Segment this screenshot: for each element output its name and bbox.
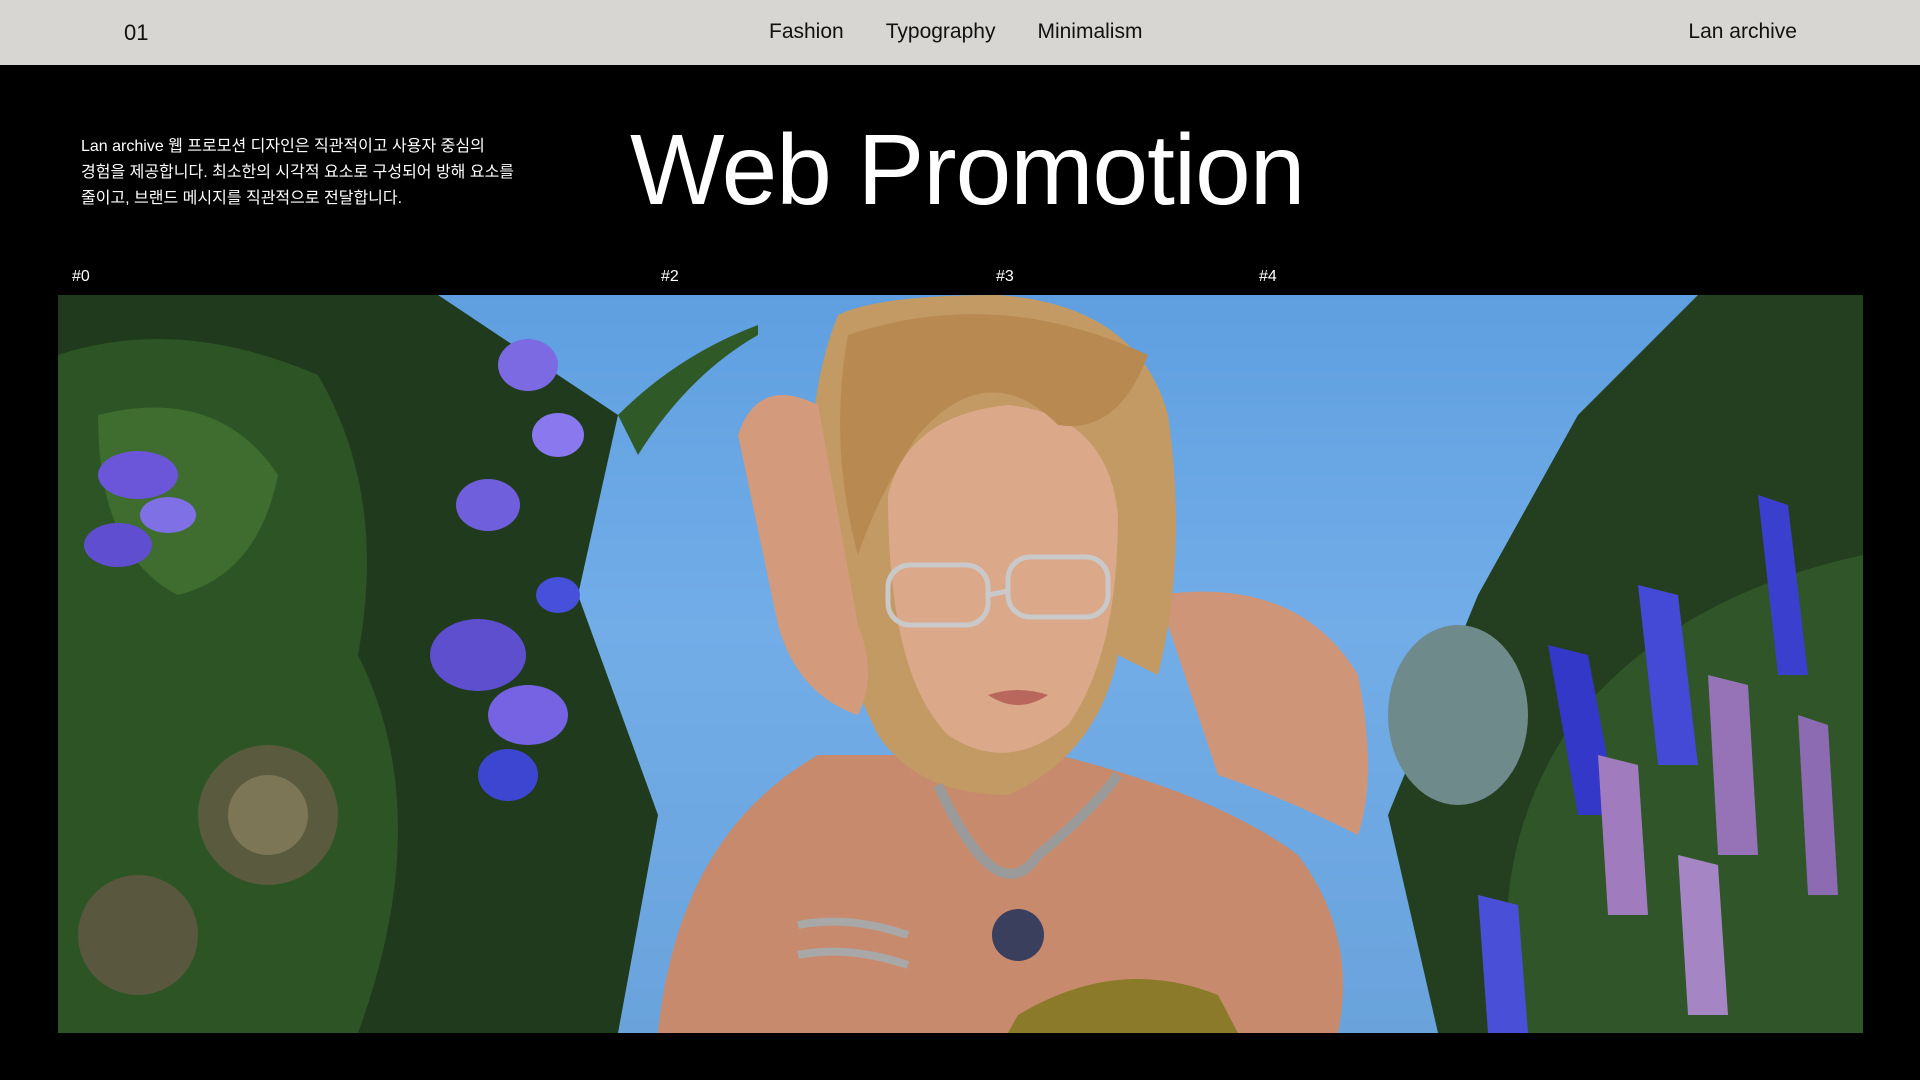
top-bar: 01 Fashion Typography Minimalism Lan arc… [0,0,1920,65]
left-flowers [58,295,758,1033]
nav-item-typography[interactable]: Typography [886,20,996,44]
section-marker-0: #0 [72,268,90,285]
intro-line: 경험을 제공합니다. 최소한의 시각적 요소로 구성되어 방해 요소를 [81,164,515,181]
main-nav: Fashion Typography Minimalism [769,20,1142,44]
intro-text: Lan archive 웹 프로모션 디자인은 직관적이고 사용자 중심의 경험… [81,134,541,212]
hero-photo [58,295,1863,1033]
brand-link[interactable]: Lan archive [1688,20,1797,44]
intro-line: 줄이고, 브랜드 메시지를 직관적으로 전달합니다. [81,190,403,207]
right-flowers [1388,295,1863,1033]
model-figure [658,295,1368,1033]
section-marker-3: #3 [996,268,1014,285]
nav-item-fashion[interactable]: Fashion [769,20,844,44]
page-title: Web Promotion [630,114,1305,226]
nav-item-minimalism[interactable]: Minimalism [1037,20,1142,44]
intro-line: Lan archive 웹 프로모션 디자인은 직관적이고 사용자 중심의 [81,138,485,155]
fashion-portrait-image [58,295,1863,1033]
section-marker-4: #4 [1259,268,1277,285]
page-number: 01 [124,20,149,45]
section-marker-2: #2 [661,268,679,285]
